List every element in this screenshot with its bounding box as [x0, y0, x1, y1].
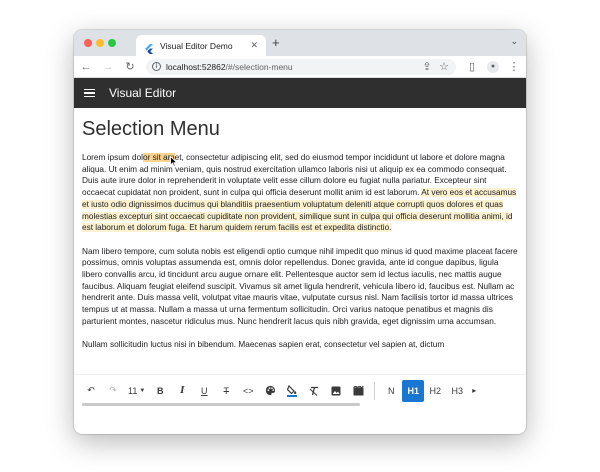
url-host: localhost:52862: [166, 61, 226, 72]
bold-button[interactable]: B: [149, 380, 171, 402]
strikethrough-button[interactable]: T: [215, 380, 237, 402]
heading-h1-button[interactable]: H1: [402, 379, 425, 402]
formatting-toolbar: ↶ ↷ 11 ▼ B I U T <> N H1 H2 H3 ▸: [74, 374, 526, 406]
minimize-window-button[interactable]: [96, 39, 104, 47]
paragraph-2[interactable]: Nam libero tempore, cum soluta nobis est…: [82, 246, 518, 328]
video-icon[interactable]: [347, 380, 369, 402]
site-info-icon[interactable]: i: [152, 62, 161, 71]
back-icon[interactable]: ←: [80, 61, 92, 73]
tab-close-icon[interactable]: ✕: [250, 40, 258, 51]
heading-h3-button[interactable]: H3: [446, 380, 468, 402]
profile-icon[interactable]: ●: [487, 60, 499, 73]
dropdown-caret-icon: ▼: [139, 387, 146, 394]
toolbar-divider: [374, 381, 376, 400]
maximize-window-button[interactable]: [108, 39, 116, 47]
mouse-cursor-icon: [170, 155, 178, 169]
paragraph-3[interactable]: Nullam sollicitudin luctus nisi in biben…: [82, 339, 518, 351]
page-title: Selection Menu: [82, 118, 220, 140]
editor-content[interactable]: Selection Menu Lorem ipsum dolor sit ame…: [74, 108, 526, 374]
flutter-favicon-icon: [144, 41, 154, 54]
tab-strip: Visual Editor Demo ✕ + ⌄: [74, 30, 526, 56]
redo-icon[interactable]: ↷: [102, 380, 124, 402]
tab-search-icon[interactable]: ⌄: [510, 36, 518, 47]
font-size-value: 11: [128, 385, 138, 396]
url-input[interactable]: i localhost:52862/#/selection-menu ⇪ ☆: [146, 58, 456, 75]
toolbar-scrollbar[interactable]: [82, 403, 360, 406]
paragraph-1[interactable]: Lorem ipsum dolor sit amet, consectetur …: [82, 152, 518, 234]
app-title: Visual Editor: [109, 86, 177, 100]
palette-icon[interactable]: [259, 380, 281, 402]
url-text: localhost:52862/#/selection-menu: [166, 62, 416, 72]
reload-icon[interactable]: ↻: [124, 60, 136, 73]
url-path: /#/selection-menu: [225, 61, 293, 72]
browser-actions: ▯ ● ⋮: [466, 60, 520, 73]
image-icon[interactable]: [325, 380, 347, 402]
heading-h2-button[interactable]: H2: [424, 380, 446, 402]
side-panel-icon[interactable]: ▯: [466, 60, 478, 73]
code-button[interactable]: <>: [237, 380, 259, 402]
address-bar: ← → ↻ i localhost:52862/#/selection-menu…: [74, 56, 526, 78]
share-icon[interactable]: ⇪: [421, 60, 433, 73]
bookmark-star-icon[interactable]: ☆: [438, 60, 450, 73]
tab-title: Visual Editor Demo: [160, 40, 233, 51]
chevron-right-icon[interactable]: ▸: [468, 386, 476, 395]
forward-icon[interactable]: →: [102, 61, 114, 73]
fill-color-swatch: [287, 394, 298, 397]
new-tab-button[interactable]: +: [272, 35, 280, 50]
close-window-button[interactable]: [84, 39, 92, 47]
hamburger-menu-icon[interactable]: [84, 88, 95, 98]
italic-button[interactable]: I: [171, 380, 193, 402]
undo-icon[interactable]: ↶: [80, 380, 102, 402]
kebab-menu-icon[interactable]: ⋮: [508, 60, 520, 73]
heading-normal-button[interactable]: N: [380, 380, 402, 402]
browser-window: Visual Editor Demo ✕ + ⌄ ← → ↻ i localho…: [74, 30, 526, 434]
fill-color-icon[interactable]: [281, 380, 303, 402]
p1-text-before: Lorem ipsum dol: [82, 153, 143, 162]
font-size-dropdown[interactable]: 11 ▼: [124, 386, 149, 396]
underline-button[interactable]: U: [193, 380, 215, 402]
clear-format-icon[interactable]: [303, 380, 325, 402]
browser-tab[interactable]: Visual Editor Demo ✕: [136, 35, 266, 56]
app-bar: Visual Editor: [74, 78, 526, 108]
